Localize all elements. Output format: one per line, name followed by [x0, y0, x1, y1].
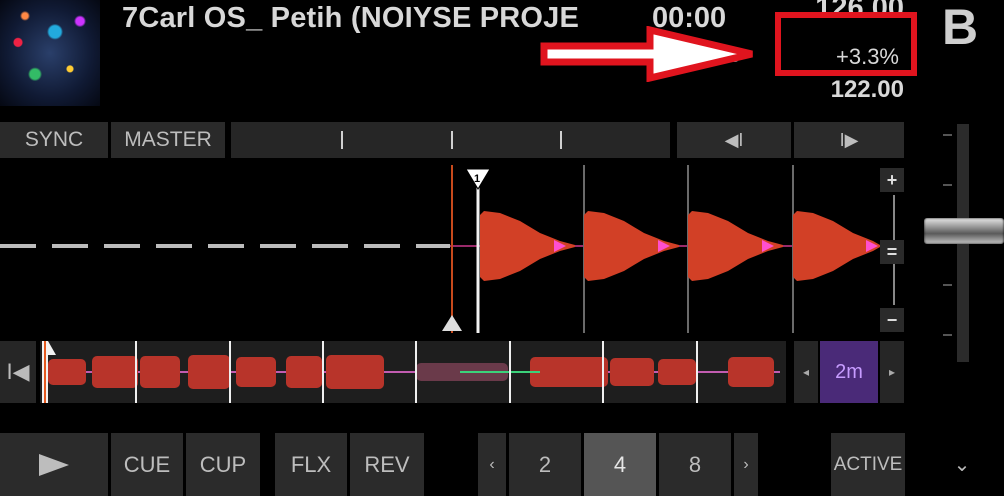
loop-size-next-button[interactable]: ▸ — [880, 341, 904, 403]
phase-meter — [231, 122, 670, 158]
tempo-offset-highlight: +3.3% — [775, 12, 917, 76]
loop-active-button[interactable]: ACTIVE — [831, 433, 905, 496]
loop-size-4-button[interactable]: 4 — [584, 433, 656, 496]
album-art — [0, 0, 100, 106]
fader-tick — [943, 334, 952, 336]
sync-button[interactable]: SYNC — [0, 122, 108, 158]
beatjump-forward-button[interactable]: I▶ — [794, 122, 904, 158]
loop-size-prev-button[interactable]: ◂ — [794, 341, 818, 403]
playhead-marker-icon — [442, 315, 462, 331]
zoom-reset-button[interactable]: = — [880, 240, 904, 264]
play-button[interactable] — [0, 433, 108, 496]
phase-tick — [451, 131, 453, 149]
tempo-offset: +3.3% — [836, 44, 899, 69]
flux-button[interactable]: FLX — [275, 433, 347, 496]
loop-size-2-button[interactable]: 2 — [509, 433, 581, 496]
loop-page-right-button[interactable]: › — [734, 433, 758, 496]
chevron-down-icon: ⌄ — [953, 454, 971, 476]
loop-size-display[interactable]: 2m — [820, 341, 878, 403]
jump-back-icon: ◀I — [724, 129, 744, 150]
fader-tick — [943, 284, 952, 286]
fader-tick — [943, 184, 952, 186]
play-icon — [39, 453, 69, 476]
zoom-in-button[interactable]: + — [880, 168, 904, 192]
jump-forward-icon: I▶ — [839, 129, 859, 150]
jump-start-icon: I◀ — [6, 359, 30, 384]
fader-tick — [943, 134, 952, 136]
zoom-out-button[interactable]: − — [880, 308, 904, 332]
beatjump-back-button[interactable]: ◀I — [677, 122, 791, 158]
loop-size-8-button[interactable]: 8 — [659, 433, 731, 496]
bpm-original: 122.00 — [830, 76, 904, 102]
jump-to-start-button[interactable]: I◀ — [0, 341, 36, 403]
track-overview[interactable] — [40, 341, 786, 403]
expand-deck-button[interactable]: ⌄ — [920, 433, 1004, 496]
loop-page-left-button[interactable]: ‹ — [478, 433, 506, 496]
track-title: 7Carl OS_ Petih (NOIYSE PROJE — [122, 2, 580, 34]
master-button[interactable]: MASTER — [111, 122, 225, 158]
annotation-arrow-icon — [540, 26, 753, 82]
cue-button[interactable]: CUE — [111, 433, 183, 496]
reverse-button[interactable]: REV — [350, 433, 424, 496]
phase-tick — [341, 131, 343, 149]
deck-letter: B — [942, 0, 979, 55]
phase-tick — [560, 131, 562, 149]
tempo-fader-handle[interactable] — [924, 218, 1004, 244]
cue-marker-number: 1 — [474, 173, 480, 185]
stripe-waveform[interactable]: 1 — [0, 165, 904, 333]
cup-button[interactable]: CUP — [186, 433, 260, 496]
